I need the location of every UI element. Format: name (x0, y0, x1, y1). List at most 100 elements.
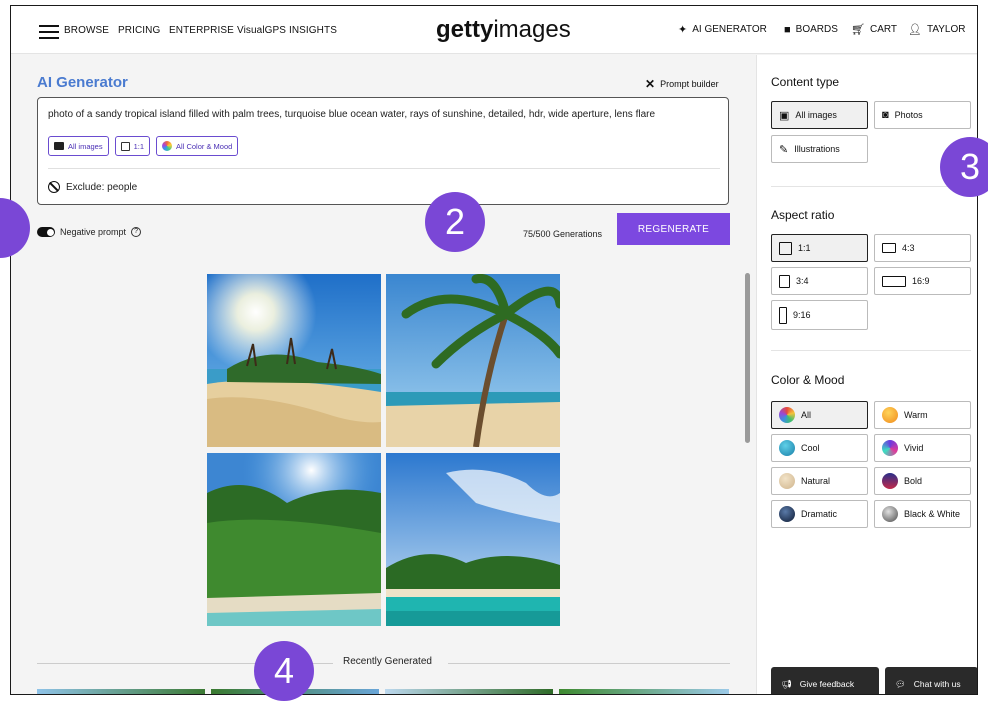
generator-main: AI Generator ✕ Prompt builder photo of a… (11, 55, 756, 694)
cart-icon: 🛒︎ (851, 23, 865, 36)
nav-pricing[interactable]: PRICING (118, 25, 160, 36)
mood-black-white[interactable]: Black & White (874, 500, 971, 528)
camera-icon: ◙ (882, 109, 889, 121)
square-icon (120, 141, 130, 151)
natural-swatch (779, 473, 795, 489)
option-label: Dramatic (801, 509, 838, 519)
portrait-ratio-icon (779, 274, 790, 288)
sparkle-icon: ✦ (678, 23, 688, 36)
content-illustrations[interactable]: ✎ Illustrations (771, 135, 868, 163)
vivid-swatch (882, 440, 898, 456)
ratio-1-1[interactable]: 1:1 (771, 234, 868, 262)
image-icon: ▣ (779, 109, 790, 122)
scrollbar-thumb[interactable] (745, 273, 750, 443)
prompt-builder-button[interactable]: ✕ Prompt builder (645, 77, 719, 91)
ratio-3-4[interactable]: 3:4 (771, 267, 868, 295)
logo-bold-text: getty (436, 16, 494, 43)
prompt-input[interactable]: photo of a sandy tropical island filled … (48, 109, 655, 120)
warm-swatch (882, 407, 898, 423)
option-label: 1:1 (798, 243, 811, 253)
boards-link[interactable]: ■ BOARDS (784, 24, 838, 35)
user-menu[interactable]: 👤︎ TAYLOR (908, 24, 966, 35)
mood-dramatic[interactable]: Dramatic (771, 500, 868, 528)
option-label: 3:4 (796, 276, 809, 286)
nav-browse[interactable]: BROWSE (64, 25, 109, 36)
mood-vivid[interactable]: Vivid (874, 434, 971, 462)
regenerate-button[interactable]: REGENERATE (617, 213, 730, 245)
option-label: All (801, 410, 812, 420)
chip-content-type[interactable]: All images (48, 136, 109, 156)
recent-thumb-4[interactable] (559, 689, 729, 694)
recently-generated-heading: Recently Generated (343, 656, 432, 667)
image-icon (54, 142, 64, 150)
chip-label: 1:1 (133, 141, 145, 151)
generated-image-2[interactable] (386, 274, 560, 447)
section-divider (771, 350, 971, 351)
option-label: Natural (801, 476, 831, 486)
ratio-9-16[interactable]: 9:16 (771, 300, 868, 330)
prompt-chips: All images 1:1 All Color & Mood (48, 136, 239, 156)
section-divider (771, 186, 971, 187)
nav-visualgps[interactable]: VisualGPS INSIGHTS (237, 25, 337, 36)
mood-all[interactable]: All (771, 401, 868, 429)
aspect-ratio-title: Aspect ratio (771, 208, 835, 222)
chip-aspect-ratio[interactable]: 1:1 (114, 136, 151, 156)
negative-prompt-toggle[interactable] (37, 227, 55, 237)
generated-image-3[interactable] (207, 453, 381, 626)
color-wheel-icon (162, 141, 173, 151)
mood-cool[interactable]: Cool (771, 434, 868, 462)
mood-warm[interactable]: Warm (874, 401, 971, 429)
generation-count: 75/500 Generations (523, 229, 603, 239)
option-label: 4:3 (902, 243, 915, 253)
prompt-box[interactable]: photo of a sandy tropical island filled … (37, 97, 729, 205)
exclude-label: Exclude: people (66, 181, 138, 193)
ai-generator-link[interactable]: ✦ AI GENERATOR (678, 24, 767, 35)
option-label: Black & White (904, 509, 961, 519)
content-all-images[interactable]: ▣ All images (771, 101, 868, 129)
content-photos[interactable]: ◙ Photos (874, 101, 971, 129)
ban-icon (48, 181, 60, 193)
top-header: BROWSE PRICING ENTERPRISE VisualGPS INSI… (11, 6, 977, 54)
chip-label: All Color & Mood (176, 141, 233, 151)
option-label: Illustrations (794, 144, 840, 154)
negative-prompt-row: Negative prompt ? (37, 227, 142, 237)
tools-icon: ✕ (645, 77, 656, 91)
annotation-badge-4: 4 (254, 641, 314, 701)
ratio-4-3[interactable]: 4:3 (874, 234, 971, 262)
user-name: TAYLOR (926, 24, 966, 35)
megaphone-icon: 📢︎ (781, 678, 792, 689)
ratio-16-9[interactable]: 16:9 (874, 267, 971, 295)
chat-label: Chat with us (913, 679, 961, 689)
recent-thumb-3[interactable] (385, 689, 553, 694)
chat-icon: 💬︎ (895, 678, 906, 689)
cart-link[interactable]: 🛒︎ CART (851, 24, 897, 35)
gettyimages-logo[interactable]: gettyimages (436, 16, 571, 44)
wide-ratio-icon (882, 275, 906, 287)
menu-icon[interactable] (39, 25, 59, 39)
logo-light-text: images (493, 16, 571, 43)
generated-image-4[interactable] (386, 453, 560, 626)
option-label: 9:16 (793, 310, 811, 320)
generated-image-1[interactable] (207, 274, 381, 447)
mood-natural[interactable]: Natural (771, 467, 868, 495)
color-mood-title: Color & Mood (771, 373, 845, 387)
recent-thumb-1[interactable] (37, 689, 205, 694)
give-feedback-button[interactable]: 📢︎ Give feedback (771, 667, 879, 694)
nav-enterprise[interactable]: ENTERPRISE (169, 25, 234, 36)
negative-prompt-label: Negative prompt (60, 227, 127, 237)
cool-swatch (779, 440, 795, 456)
mood-bold[interactable]: Bold (874, 467, 971, 495)
chat-button[interactable]: 💬︎ Chat with us (885, 667, 977, 694)
chip-label: All images (68, 141, 103, 151)
prompt-builder-label: Prompt builder (660, 79, 719, 89)
annotation-badge-2: 2 (425, 192, 485, 252)
help-icon[interactable]: ? (131, 227, 142, 237)
content-type-title: Content type (771, 75, 840, 89)
bold-swatch (882, 473, 898, 489)
option-label: 16:9 (912, 276, 930, 286)
tall-ratio-icon (779, 306, 787, 324)
chip-color-mood[interactable]: All Color & Mood (156, 136, 239, 156)
exclude-field[interactable]: Exclude: people (48, 181, 137, 193)
option-label: Warm (904, 410, 928, 420)
bw-swatch (882, 506, 898, 522)
